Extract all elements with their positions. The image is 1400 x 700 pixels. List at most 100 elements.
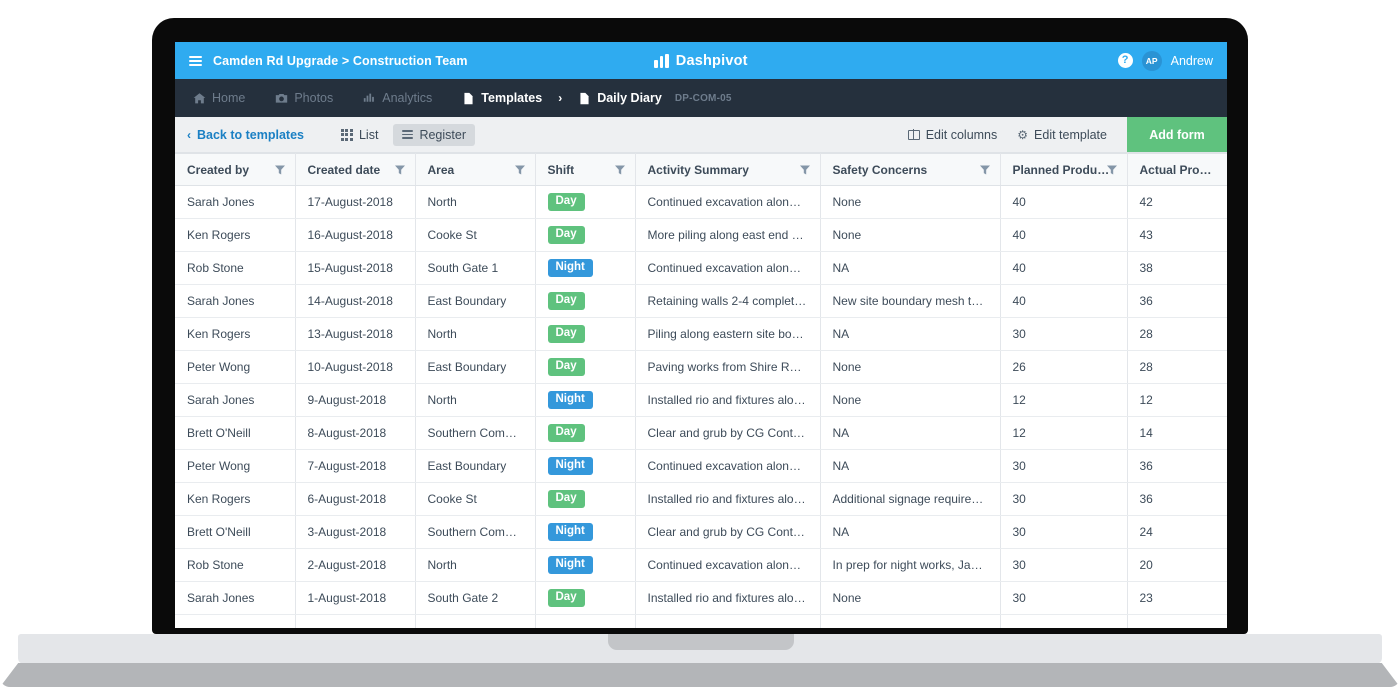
filter-icon[interactable] [514,165,525,174]
cell-planned: 30 [1000,482,1128,516]
column-header-actual-production[interactable]: Actual Production [1127,153,1227,186]
shift-badge: Day [547,225,585,245]
filter-icon[interactable] [614,165,625,174]
back-to-templates-button[interactable]: ‹ Back to templates [175,128,304,142]
cell-created-date: 8-August-2018 [295,416,416,450]
cell-safety: NA [820,416,1001,450]
avatar[interactable]: AP [1141,50,1162,71]
chart-icon [363,92,376,105]
table-row[interactable]: Sarah Jones 14-August-2018 East Boundary Da… [175,284,1227,318]
cell-actual: 28 [1127,317,1227,351]
table-header: Created by Created date Area Shift Activity … [175,153,1227,186]
table-row[interactable]: Ken Rogers 6-August-2018 Cooke St Day Instal… [175,482,1227,516]
cell-planned: 30 [1000,581,1128,615]
filter-icon[interactable] [394,165,405,174]
nav-label-templates: Templates [481,91,543,105]
cell-shift: Day [535,482,636,516]
cell-area: North [415,548,536,582]
breadcrumb[interactable]: Camden Rd Upgrade > Construction Team [213,54,468,68]
table-row[interactable]: Sarah Jones 17-August-2018 North Day Continu… [175,185,1227,219]
table-body: Sarah Jones 17-August-2018 North Day Continu… [175,185,1227,628]
register-table: Created by Created date Area Shift Activity … [175,153,1227,628]
column-header-area[interactable]: Area [415,153,536,186]
column-header-activity-summary[interactable]: Activity Summary [635,153,821,186]
cell-created-by: Peter Wong [175,350,296,384]
cell-created-by: Sarah Jones [175,284,296,318]
column-header-planned-production[interactable]: Planned Production [1000,153,1128,186]
cell-activity: Installed rio and fixtures along the... [635,581,821,615]
cell-activity: Installed rio and fixtures along the... [635,383,821,417]
table-row[interactable]: Peter Wong 10-August-2018 East Boundary Day… [175,350,1227,384]
cell-created-date: 2-August-2018 [295,548,416,582]
cell-planned: 40 [1000,218,1128,252]
table-row[interactable]: Rob Stone 15-August-2018 South Gate 1 Night… [175,251,1227,285]
user-name[interactable]: Andrew [1171,54,1213,68]
table-row[interactable]: Peter Wong 7-August-2018 East Boundary Nigh… [175,449,1227,483]
cell-area: South Gate 1 [415,251,536,285]
column-header-shift[interactable]: Shift [535,153,636,186]
table-row[interactable]: Brett O'Neill 8-August-2018 Southern Compo… [175,416,1227,450]
cell-activity: Paving works from Shire Rd to Wo... [635,350,821,384]
table-row[interactable]: Ken Rogers 13-August-2018 North Day Piling a… [175,317,1227,351]
column-header-created-date[interactable]: Created date [295,153,416,186]
cell-empty [175,614,296,628]
add-form-button[interactable]: Add form [1127,117,1227,152]
nav-item-daily-diary[interactable]: Daily Diary DP-COM-05 [578,91,731,105]
cell-shift: Day [535,218,636,252]
cell-created-date: 15-August-2018 [295,251,416,285]
view-toggle-list[interactable]: List [332,124,387,146]
nav-item-photos[interactable]: Photos [275,91,333,105]
document-code: DP-COM-05 [674,92,732,104]
cell-shift: Night [535,383,636,417]
table-row[interactable]: Brett O'Neill 3-August-2018 Southern Compo… [175,515,1227,549]
columns-icon [907,129,920,140]
cell-planned: 30 [1000,515,1128,549]
view-toggle-register[interactable]: Register [393,123,475,146]
hamburger-icon[interactable] [189,55,202,66]
cell-area: South Gate 2 [415,581,536,615]
filter-icon[interactable] [979,165,990,174]
cell-planned: 30 [1000,449,1128,483]
edit-template-button[interactable]: ⚙ Edit template [1017,128,1107,142]
table-row[interactable]: Sarah Jones 1-August-2018 South Gate 2 Day I… [175,581,1227,615]
shift-badge: Day [547,291,585,311]
shift-badge: Night [547,258,593,278]
cell-created-by: Sarah Jones [175,185,296,219]
cell-empty [635,614,821,628]
cell-actual: 42 [1127,185,1227,219]
edit-columns-button[interactable]: Edit columns [907,128,997,142]
table-row[interactable]: Sarah Jones 9-August-2018 North Night Instal… [175,383,1227,417]
cell-planned: 12 [1000,416,1128,450]
cell-created-by: Rob Stone [175,548,296,582]
nav-item-home[interactable]: Home [193,91,245,105]
cell-planned: 40 [1000,185,1128,219]
nav-label-photos: Photos [294,91,334,105]
shift-badge: Night [547,390,593,410]
shift-badge: Day [547,489,585,509]
cell-shift: Day [535,350,636,384]
column-header-safety-concerns[interactable]: Safety Concerns [820,153,1001,186]
table-header-row: Created by Created date Area Shift Activity … [175,153,1227,186]
cell-created-date: 10-August-2018 [295,350,416,384]
nav-item-templates[interactable]: Templates [462,91,542,105]
bar-chart-icon [654,53,669,68]
column-header-created-by[interactable]: Created by [175,153,296,186]
help-icon[interactable]: ? [1117,53,1133,68]
table-row[interactable]: Rob Stone 2-August-2018 North Night Continue… [175,548,1227,582]
nav-item-analytics[interactable]: Analytics [363,91,432,105]
cell-area: East Boundary [415,449,536,483]
cell-safety: NA [820,317,1001,351]
table-row[interactable]: Ken Rogers 16-August-2018 Cooke St Day More … [175,218,1227,252]
column-header-label: Activity Summary [647,162,749,177]
cell-created-by: Ken Rogers [175,482,296,516]
cell-shift: Day [535,284,636,318]
filter-icon[interactable] [799,165,810,174]
filter-icon[interactable] [1106,165,1117,174]
cell-activity: Installed rio and fixtures along the... [635,482,821,516]
filter-icon[interactable] [274,165,285,174]
cell-actual: 24 [1127,515,1227,549]
cell-actual: 38 [1127,251,1227,285]
shift-badge: Night [547,522,593,542]
column-header-label: Created by [187,162,250,177]
cell-shift: Day [535,581,636,615]
